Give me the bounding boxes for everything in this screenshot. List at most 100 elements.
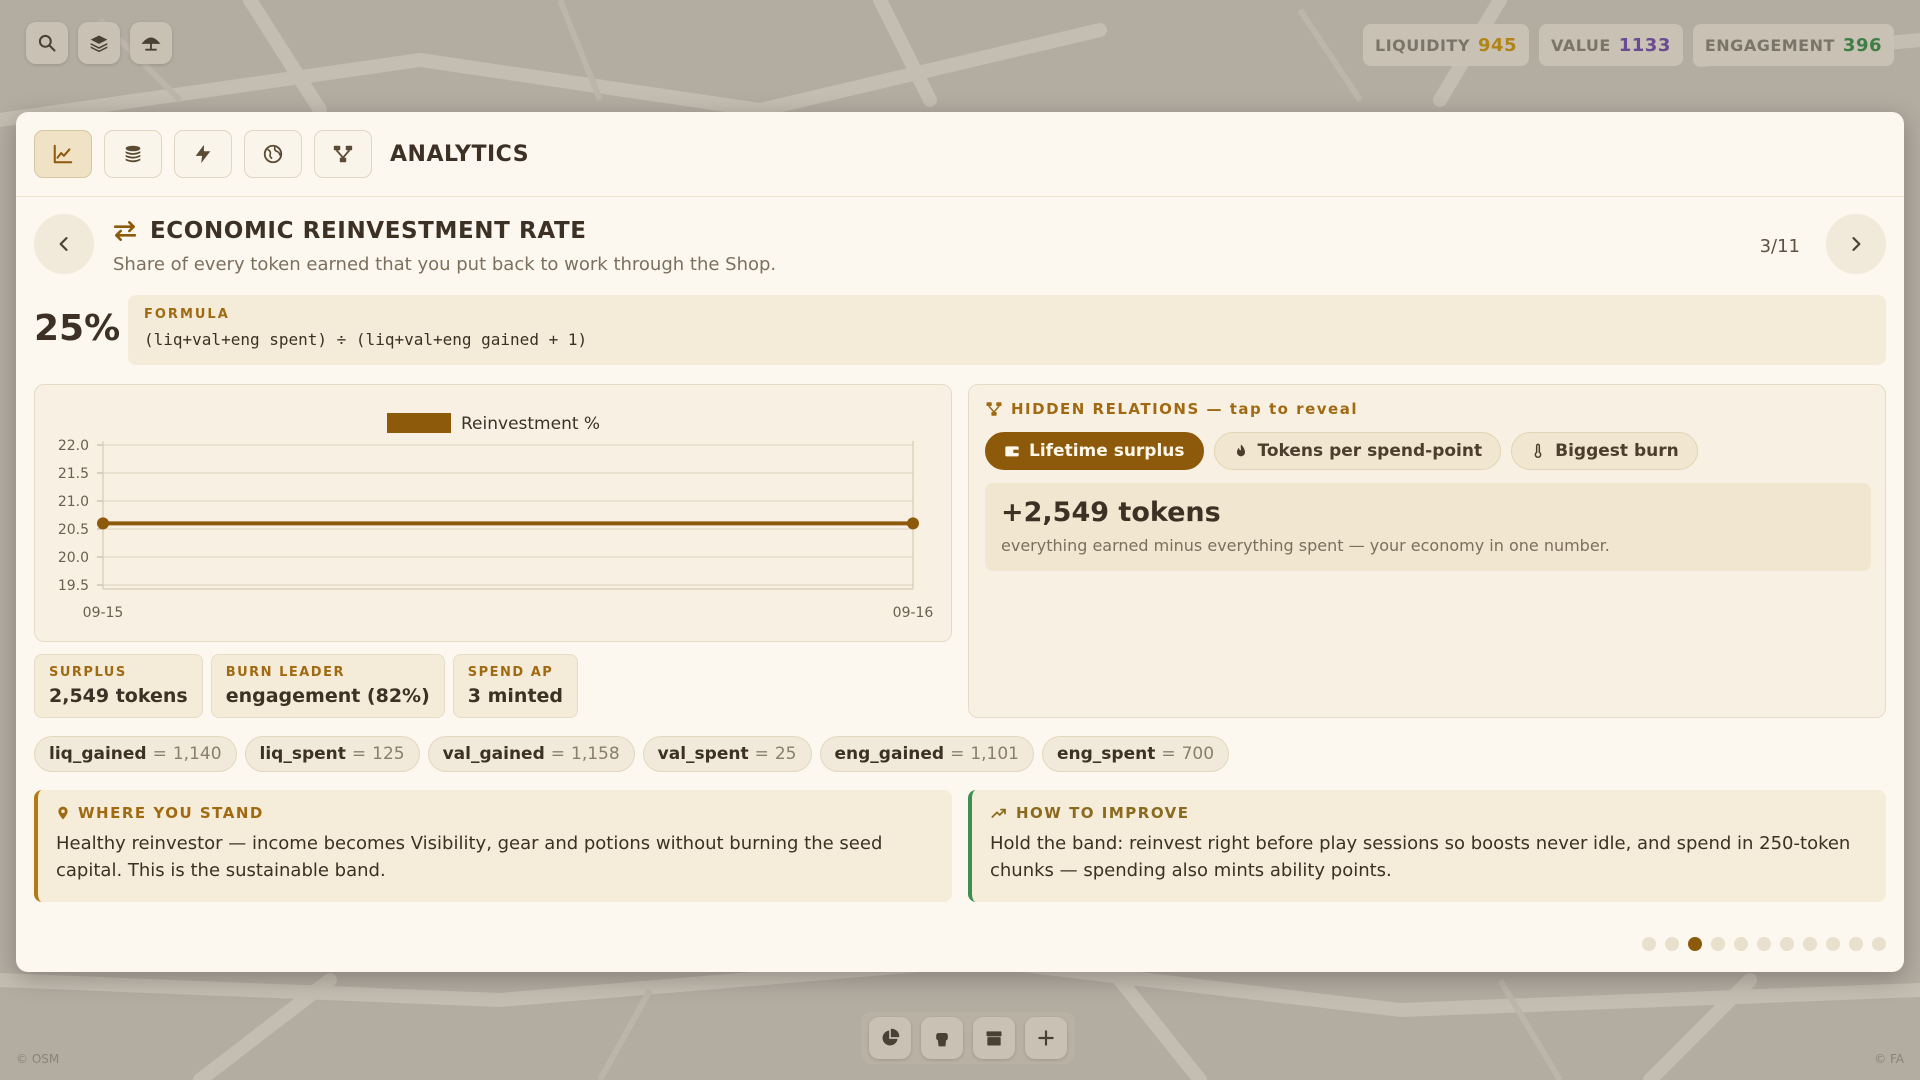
stat-burn-leader: BURN LEADER engagement (82%) [210, 654, 445, 718]
next-metric-button[interactable] [1826, 214, 1886, 274]
relation-tab-label: Tokens per spend-point [1257, 441, 1483, 461]
tab-energy[interactable] [174, 130, 232, 178]
pagination-dot[interactable] [1849, 937, 1863, 951]
panel-title: ANALYTICS [390, 141, 530, 167]
search-button[interactable] [26, 22, 68, 64]
pagination-dot[interactable] [1757, 937, 1771, 951]
variable-chip: liq_spent = 125 [244, 736, 420, 772]
stat-label: VALUE [1551, 35, 1611, 55]
pagination-dot[interactable] [1734, 937, 1748, 951]
map-attribution[interactable]: © OSM [16, 1052, 59, 1066]
variable-value: 700 [1181, 744, 1215, 764]
tab-charts[interactable] [34, 130, 92, 178]
stat-liquidity: LIQUIDITY 945 [1363, 24, 1530, 66]
stat-label: BURN LEADER [225, 665, 345, 680]
variable-chip: liq_gained = 1,140 [34, 736, 237, 772]
variable-value: 1,140 [172, 744, 222, 764]
stat-spend-ap: SPEND AP 3 minted [452, 654, 579, 718]
stat-value-resource: VALUE 1133 [1539, 24, 1683, 66]
tab-coins[interactable] [104, 130, 162, 178]
pagination-dot[interactable] [1688, 937, 1702, 951]
network-icon [986, 402, 1002, 416]
previous-metric-button[interactable] [34, 214, 94, 274]
stat-label: SPEND AP [467, 665, 554, 680]
variable-chip: eng_spent = 700 [1042, 736, 1230, 772]
variable-value: 125 [372, 744, 405, 764]
how-to-improve-card: HOW TO IMPROVE Hold the band: reinvest r… [968, 790, 1886, 902]
insight-title-text: HOW TO IMPROVE [1016, 804, 1190, 822]
chart-svg: Reinvestment % 22.0 21.5 21.0 20.5 20.0 19.5 0… [58, 413, 933, 621]
fight-button[interactable] [921, 1017, 963, 1059]
add-button[interactable] [1025, 1017, 1067, 1059]
relations-tabs: Lifetime surplus Tokens per spend-point … [985, 432, 1698, 470]
shop-button[interactable] [973, 1017, 1015, 1059]
formula-label: FORMULA [144, 307, 230, 322]
pagination-dot[interactable] [1826, 937, 1840, 951]
exchange-icon [113, 221, 137, 241]
stats-button[interactable] [869, 1017, 911, 1059]
relation-description: everything earned minus everything spent… [1001, 536, 1610, 555]
variable-chip: eng_gained = 1,101 [819, 736, 1034, 772]
pagination-dot[interactable] [1803, 937, 1817, 951]
store-icon [986, 1031, 1002, 1046]
pagination-dots [1642, 937, 1886, 951]
tab-world[interactable] [244, 130, 302, 178]
equals-sign: = [950, 744, 965, 764]
variable-value: 1,101 [970, 744, 1019, 764]
legend-swatch [387, 413, 451, 433]
variable-key: liq_spent [259, 744, 346, 764]
relation-tab-tokens-per-spend-point[interactable]: Tokens per spend-point [1213, 432, 1502, 470]
variable-value: 1,158 [571, 744, 620, 764]
variable-chips: liq_gained = 1,140 liq_spent = 125 val_gaine… [34, 736, 1230, 772]
stat-label: LIQUIDITY [1375, 35, 1470, 55]
stat-label: ENGAGEMENT [1704, 35, 1835, 55]
relations-title: HIDDEN RELATIONS — tap to reveal [985, 400, 1358, 418]
stat-value: 1133 [1618, 34, 1671, 56]
pagination-dot[interactable] [1872, 937, 1886, 951]
variable-key: eng_gained [834, 744, 945, 764]
umbrella-button[interactable] [130, 22, 172, 64]
equals-sign: = [550, 744, 565, 764]
metric-title-text: ECONOMIC REINVESTMENT RATE [150, 218, 587, 244]
pagination-dot[interactable] [1642, 937, 1656, 951]
stat-value: 396 [1842, 34, 1882, 56]
equals-sign: = [351, 744, 367, 764]
pagination-dot[interactable] [1780, 937, 1794, 951]
metric-title: ECONOMIC REINVESTMENT RATE [112, 218, 587, 244]
y-tick-label: 21.5 [58, 466, 89, 482]
data-point [97, 517, 109, 530]
pie-chart-icon [882, 1028, 900, 1046]
trend-up-icon [991, 808, 1006, 818]
tab-network[interactable] [314, 130, 372, 178]
insight-title: HOW TO IMPROVE [990, 804, 1868, 822]
stat-engagement: ENGAGEMENT 396 [1692, 24, 1894, 66]
wallet-icon [1005, 446, 1019, 457]
layers-button[interactable] [78, 22, 120, 64]
equals-sign: = [152, 744, 167, 764]
relation-tab-biggest-burn[interactable]: Biggest burn [1511, 432, 1698, 470]
icon-attribution[interactable]: © FA [1874, 1052, 1904, 1066]
formula-box: FORMULA (liq+val+eng spent) ÷ (liq+val+e… [128, 295, 1886, 365]
globe-icon [263, 144, 283, 164]
y-tick-label: 22.0 [58, 438, 89, 454]
metric-value: 25% [34, 308, 121, 349]
chevron-left-icon [59, 237, 68, 251]
stat-value: 945 [1477, 34, 1518, 56]
relation-tab-label: Lifetime surplus [1029, 441, 1185, 461]
legend-label: Reinvestment % [461, 414, 600, 434]
plus-icon [1038, 1030, 1054, 1046]
pagination-dot[interactable] [1711, 937, 1725, 951]
pagination-dot[interactable] [1665, 937, 1679, 951]
thermometer-icon [1534, 443, 1542, 458]
bottom-toolbar [861, 1012, 1075, 1064]
hidden-relations-card: HIDDEN RELATIONS — tap to reveal Lifetim… [968, 384, 1886, 718]
y-tick-label: 19.5 [58, 578, 89, 594]
variable-key: val_gained [442, 744, 545, 764]
relation-tab-lifetime-surplus[interactable]: Lifetime surplus [985, 432, 1204, 470]
search-icon [38, 34, 56, 52]
flame-icon [1236, 444, 1245, 457]
resource-stats: LIQUIDITY 945 VALUE 1133 ENGAGEMENT 396 [1363, 24, 1894, 66]
y-tick-label: 20.0 [58, 550, 89, 566]
fist-icon [936, 1033, 948, 1047]
stat-value: 2,549 tokens [49, 685, 188, 707]
